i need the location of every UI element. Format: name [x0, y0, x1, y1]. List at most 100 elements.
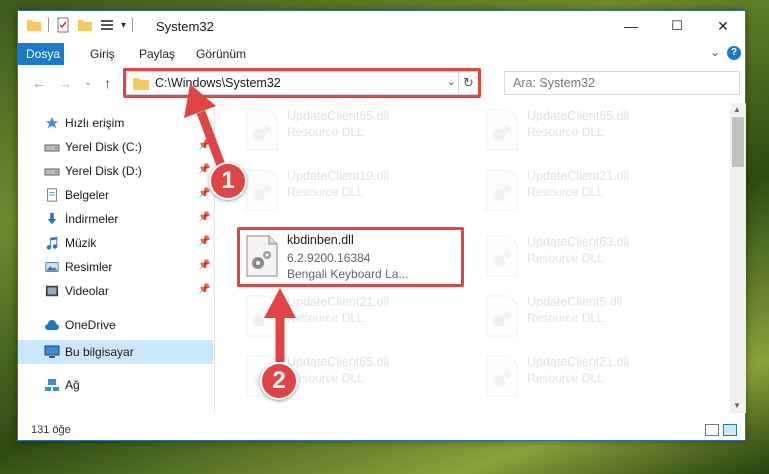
- sidebar-item-label: Bu bilgisayar: [65, 345, 134, 359]
- scroll-down-icon[interactable]: ▼: [733, 401, 741, 410]
- file-name: UpdateClient65.dll: [527, 109, 630, 123]
- file-item[interactable]: UpdateClient65.dll Resource DLL: [238, 103, 458, 159]
- maximize-button[interactable]: ☐: [654, 11, 700, 41]
- vertical-scrollbar[interactable]: ▲ ▼: [730, 103, 746, 413]
- computer-icon: [44, 345, 60, 358]
- file-name: UpdateClient19.dll: [287, 169, 390, 183]
- customize-icon[interactable]: [99, 17, 115, 33]
- file-item[interactable]: UpdateClient65.dll Resource DLL: [478, 103, 698, 159]
- sidebar-item-label: Hızlı erişim: [65, 116, 125, 130]
- sidebar-item-music[interactable]: Müzik 📌: [18, 231, 213, 255]
- file-item[interactable]: UpdateClient19.dll Resource DLL: [238, 163, 458, 219]
- sidebar-item-label: Videolar: [65, 284, 109, 298]
- close-button[interactable]: ✕: [700, 11, 746, 41]
- navigation-bar: ← → ⌄ ↑ C:\Windows\System32 ⌄ ↻ Ara: Sys…: [18, 67, 745, 99]
- sidebar-item-label: İndirmeler: [65, 212, 119, 226]
- dll-file-icon: [246, 295, 278, 337]
- recent-locations-button[interactable]: ⌄: [84, 77, 92, 88]
- pin-icon[interactable]: 📌: [198, 236, 210, 247]
- back-button[interactable]: ←: [32, 75, 46, 91]
- sidebar-item-downloads[interactable]: İndirmeler 📌: [18, 207, 213, 231]
- sidebar-item-this-pc[interactable]: Bu bilgisayar: [18, 340, 213, 364]
- annotation-badge-1: 1: [209, 162, 247, 200]
- network-icon: [45, 379, 59, 391]
- sidebar-item-label: Yerel Disk (D:): [65, 164, 142, 178]
- dll-file-icon: [486, 169, 518, 211]
- scroll-thumb[interactable]: [732, 117, 744, 167]
- properties-icon[interactable]: [55, 17, 71, 33]
- file-item[interactable]: UpdateClient21.dll Resource DLL: [478, 349, 698, 405]
- file-description: Resource DLL: [287, 185, 364, 199]
- folder-icon[interactable]: [26, 17, 42, 33]
- file-description: Resource DLL: [287, 371, 364, 385]
- file-name: UpdateClient21.dll: [527, 169, 630, 183]
- pictures-icon: [45, 262, 59, 272]
- file-description: Resource DLL: [527, 125, 604, 139]
- star-icon: [45, 116, 59, 129]
- download-icon: [47, 212, 57, 225]
- explorer-window: ▾ System32 — ☐ ✕ Dosya Giriş Paylaş Görü…: [17, 10, 746, 441]
- pin-icon[interactable]: 📌: [198, 164, 210, 175]
- file-item[interactable]: UpdateClient21.dll Resource DLL: [478, 163, 698, 219]
- dll-file-icon: [486, 109, 518, 151]
- help-icon[interactable]: ?: [727, 46, 741, 60]
- file-name: UpdateClient21.dll: [527, 355, 630, 369]
- sidebar-item-videos[interactable]: Videolar 📌: [18, 279, 213, 303]
- sidebar-item-label: Resimler: [65, 260, 113, 274]
- search-input[interactable]: Ara: System32: [504, 71, 740, 95]
- dll-file-icon: [246, 109, 278, 151]
- file-item[interactable]: UpdateClient5.dll Resource DLL: [478, 289, 698, 345]
- address-highlight-box: [123, 68, 481, 98]
- music-icon: [46, 236, 58, 250]
- item-count: 131 öğe: [31, 424, 71, 436]
- file-name: UpdateClient63.dll: [527, 235, 630, 249]
- minimize-button[interactable]: —: [608, 11, 654, 41]
- view-toggle: [705, 424, 737, 436]
- file-item[interactable]: UpdateClient21.dll Resource DLL: [238, 289, 458, 345]
- chevron-down-icon[interactable]: ▾: [121, 20, 126, 31]
- file-item[interactable]: UpdateClient63.dll Resource DLL: [478, 229, 698, 285]
- file-name: UpdateClient21.dll: [287, 295, 390, 309]
- sidebar-item-onedrive[interactable]: OneDrive: [18, 313, 213, 337]
- sidebar-item-pictures[interactable]: Resimler 📌: [18, 255, 213, 279]
- dll-file-icon: [486, 235, 518, 277]
- dll-file-icon: [486, 355, 518, 397]
- tab-paylas[interactable]: Paylaş: [131, 43, 183, 65]
- pin-icon[interactable]: 📌: [198, 188, 210, 199]
- pin-icon[interactable]: 📌: [198, 284, 210, 295]
- sidebar-item-network[interactable]: Ağ: [18, 373, 213, 397]
- pin-icon[interactable]: 📌: [198, 260, 210, 271]
- pin-icon[interactable]: 📌: [198, 212, 210, 223]
- file-description: Resource DLL: [527, 371, 604, 385]
- toolbar-divider: [48, 18, 49, 32]
- forward-button[interactable]: →: [58, 75, 72, 91]
- dll-file-icon: [486, 295, 518, 337]
- tab-giris[interactable]: Giriş: [82, 43, 123, 65]
- tab-gorunum[interactable]: Görünüm: [188, 43, 254, 65]
- window-title: System32: [156, 19, 214, 34]
- sidebar-item-label: Müzik: [65, 236, 97, 250]
- sidebar-item-label: Ağ: [65, 378, 80, 392]
- video-icon: [45, 285, 59, 297]
- navigation-pane: Hızlı erişim Yerel Disk (C:) 📌 Yerel Dis…: [18, 103, 213, 413]
- up-button[interactable]: ↑: [104, 75, 111, 91]
- scroll-up-icon[interactable]: ▲: [733, 105, 741, 114]
- ribbon-tabs: Dosya Giriş Paylaş Görünüm ⌄ ?: [18, 41, 745, 65]
- sidebar-item-quick-access[interactable]: Hızlı erişim: [18, 111, 213, 135]
- file-description: Resource DLL: [527, 185, 604, 199]
- sidebar-item-documents[interactable]: Belgeler 📌: [18, 183, 213, 207]
- file-description: Resource DLL: [287, 125, 364, 139]
- file-description: Resource DLL: [527, 251, 604, 265]
- tab-dosya[interactable]: Dosya: [18, 43, 64, 65]
- drive-icon: [44, 144, 60, 152]
- large-icons-view-icon[interactable]: [723, 424, 737, 436]
- file-description: Resource DLL: [527, 311, 604, 325]
- details-view-icon[interactable]: [705, 424, 719, 436]
- sidebar-item-local-disk-c[interactable]: Yerel Disk (C:) 📌: [18, 135, 213, 159]
- sidebar-item-local-disk-d[interactable]: Yerel Disk (D:) 📌: [18, 159, 213, 183]
- pin-icon[interactable]: 📌: [198, 140, 210, 151]
- new-folder-icon[interactable]: [77, 17, 93, 33]
- file-highlight-box: [237, 227, 464, 287]
- file-description: Resource DLL: [287, 311, 364, 325]
- ribbon-expand-icon[interactable]: ⌄: [710, 45, 720, 59]
